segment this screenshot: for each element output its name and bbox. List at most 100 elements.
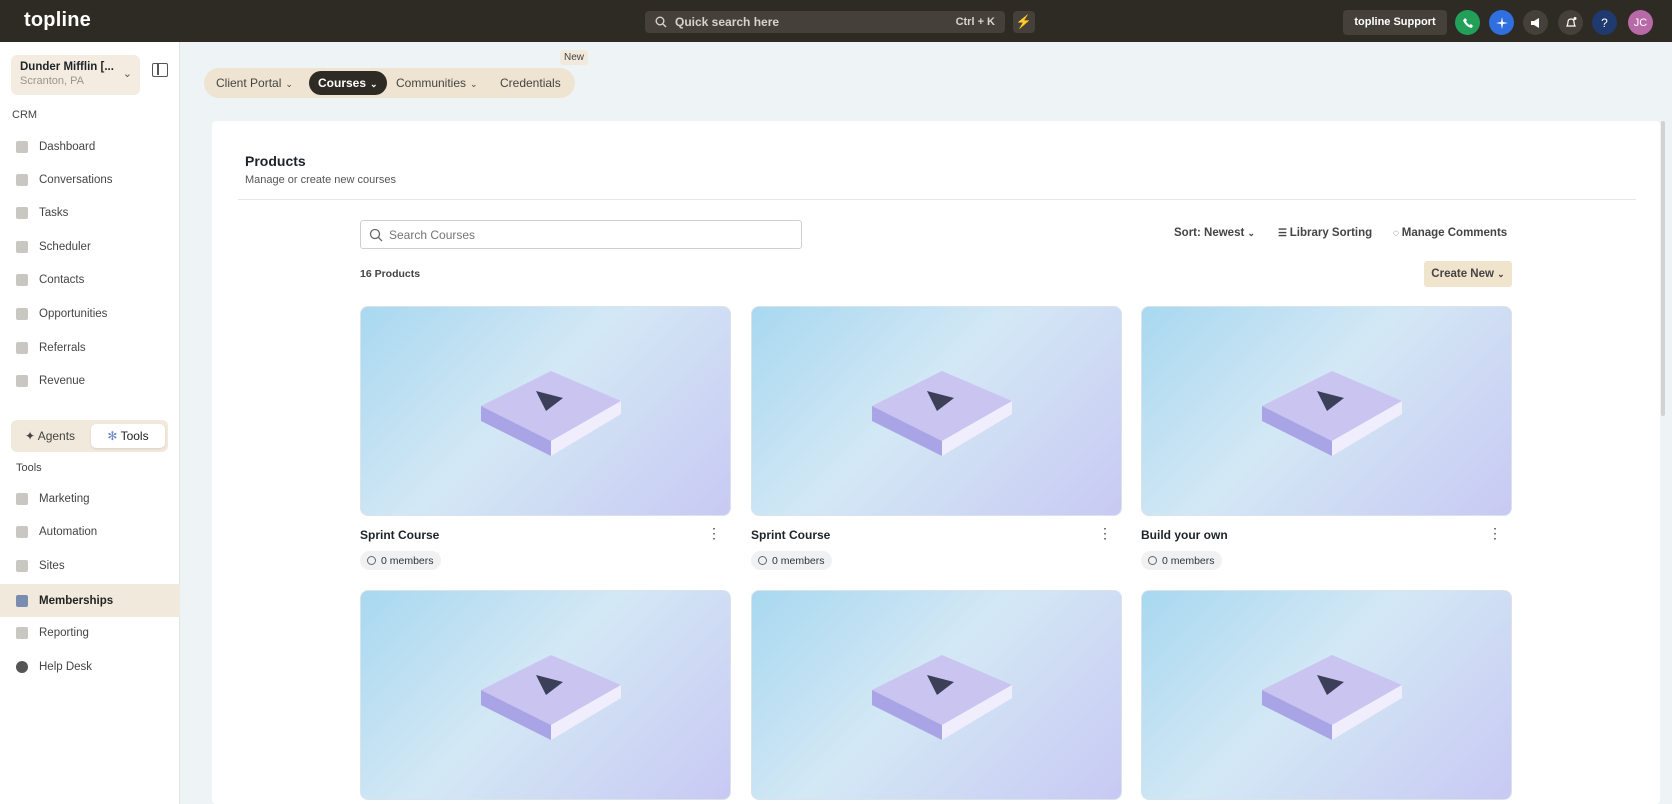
sidebar-item-tasks[interactable]: Tasks xyxy=(0,198,180,228)
page-title: Products xyxy=(245,153,306,169)
tab-label: Client Portal xyxy=(216,76,282,90)
sidebar-item-label: Conversations xyxy=(39,174,113,186)
sidebar-item-help-desk[interactable]: Help Desk xyxy=(0,652,180,682)
receipt-icon xyxy=(16,375,28,387)
scrollbar[interactable] xyxy=(1661,121,1665,416)
more-vertical-icon[interactable]: ⋮ xyxy=(707,526,721,540)
course-title[interactable]: Sprint Course xyxy=(751,528,830,542)
support-button[interactable]: topline Support xyxy=(1343,10,1447,35)
manage-comments-button[interactable]: ◌ Manage Comments xyxy=(1393,227,1507,239)
target-icon xyxy=(16,308,28,320)
account-name: Dunder Mifflin [... xyxy=(20,61,114,73)
person-icon xyxy=(16,274,28,286)
phone-icon[interactable] xyxy=(1455,10,1480,35)
course-title[interactable]: Sprint Course xyxy=(360,528,439,542)
sidebar-item-label: Help Desk xyxy=(39,661,93,673)
book-play-icon xyxy=(1261,655,1402,740)
course-card[interactable]: Sprint Course ⋮ 0 members xyxy=(360,306,731,570)
search-icon xyxy=(655,16,667,28)
sidebar-item-label: Marketing xyxy=(39,493,90,505)
account-location: Scranton, PA xyxy=(20,75,84,87)
course-thumbnail[interactable] xyxy=(751,306,1122,516)
sidebar-item-label: Dashboard xyxy=(39,141,96,153)
course-thumbnail[interactable] xyxy=(751,590,1122,800)
chevron-down-icon: ⌄ xyxy=(285,79,293,89)
course-card[interactable] xyxy=(360,590,731,800)
sidebar-item-automation[interactable]: Automation xyxy=(0,517,180,547)
chevron-down-icon: ⌄ xyxy=(1247,228,1256,238)
sort-dropdown[interactable]: Sort: Newest ⌄ xyxy=(1174,227,1255,239)
course-card[interactable]: Sprint Course ⋮ 0 members xyxy=(751,306,1122,570)
automation-icon xyxy=(16,526,28,538)
sidebar-item-revenue[interactable]: Revenue xyxy=(0,366,180,396)
tab-label: Communities xyxy=(396,76,467,90)
sidebar-item-label: Reporting xyxy=(39,627,89,639)
library-sorting-label: Library Sorting xyxy=(1289,227,1373,239)
pie-chart-icon xyxy=(16,627,28,639)
sidebar-item-referrals[interactable]: Referrals xyxy=(0,333,180,363)
sidebar-item-label: Revenue xyxy=(39,375,86,387)
members-count: 0 members xyxy=(1162,554,1215,567)
book-play-icon xyxy=(480,371,621,456)
gear-icon: ✻ xyxy=(107,429,121,443)
tab-courses[interactable]: Courses ⌄ xyxy=(309,71,387,95)
course-card[interactable] xyxy=(1141,590,1512,800)
comment-icon: ◌ xyxy=(1393,228,1402,239)
sidebar-item-reporting[interactable]: Reporting xyxy=(0,618,180,648)
sidebar-item-opportunities[interactable]: Opportunities xyxy=(0,299,180,329)
create-new-button[interactable]: Create New ⌄ xyxy=(1424,261,1512,287)
sidebar-item-memberships[interactable]: Memberships xyxy=(0,584,180,617)
sidebar-item-label: Opportunities xyxy=(39,308,108,320)
course-thumbnail[interactable] xyxy=(1141,590,1512,800)
members-count: 0 members xyxy=(381,554,434,567)
book-play-icon xyxy=(1261,371,1402,456)
course-thumbnail[interactable] xyxy=(360,306,731,516)
chevron-down-icon: ⌄ xyxy=(470,79,478,89)
tab-label: Credentials xyxy=(500,76,561,90)
course-thumbnail[interactable] xyxy=(360,590,731,800)
sidebar-toggle-icon[interactable] xyxy=(152,63,168,77)
sidebar-item-scheduler[interactable]: Scheduler xyxy=(0,232,180,262)
bell-icon[interactable] xyxy=(1558,10,1583,35)
ai-sparkle-icon[interactable] xyxy=(1489,10,1514,35)
help-icon[interactable]: ? xyxy=(1592,10,1617,35)
page-subtitle: Manage or create new courses xyxy=(245,174,397,186)
chevron-down-icon: ⌄ xyxy=(1497,269,1505,279)
more-vertical-icon[interactable]: ⋮ xyxy=(1488,526,1502,540)
tools-tab[interactable]: ✻ Tools xyxy=(91,424,165,448)
sidebar-item-marketing[interactable]: Marketing xyxy=(0,484,180,514)
sidebar-item-contacts[interactable]: Contacts xyxy=(0,265,180,295)
course-thumbnail[interactable] xyxy=(1141,306,1512,516)
course-card[interactable] xyxy=(751,590,1122,800)
sidebar-item-label: Referrals xyxy=(39,342,86,354)
shortcut-hint: Ctrl + K xyxy=(955,16,995,28)
tab-credentials[interactable]: Credentials xyxy=(491,71,570,95)
library-sorting-button[interactable]: ☰ Library Sorting xyxy=(1278,227,1372,239)
more-vertical-icon[interactable]: ⋮ xyxy=(1098,526,1112,540)
agents-tab[interactable]: ✦ Agents xyxy=(17,424,83,448)
search-icon xyxy=(369,228,383,241)
create-new-label: Create New xyxy=(1431,268,1494,280)
megaphone-icon[interactable] xyxy=(1523,10,1548,35)
members-count: 0 members xyxy=(772,554,825,567)
course-search-input[interactable] xyxy=(389,227,769,242)
tab-client-portal[interactable]: Client Portal ⌄ xyxy=(207,71,302,95)
tab-communities[interactable]: Communities ⌄ xyxy=(387,71,487,95)
course-title[interactable]: Build your own xyxy=(1141,528,1228,542)
crm-section-label: CRM xyxy=(12,109,38,121)
account-switcher[interactable]: Dunder Mifflin [... Scranton, PA ⌄ xyxy=(11,55,140,95)
members-badge: 0 members xyxy=(1141,551,1222,570)
tools-tab-label: Tools xyxy=(120,429,149,443)
sidebar-item-label: Tasks xyxy=(39,207,69,219)
tab-label: Courses xyxy=(318,76,367,90)
course-card[interactable]: Build your own ⋮ 0 members xyxy=(1141,306,1512,570)
sidebar-item-sites[interactable]: Sites xyxy=(0,551,180,581)
user-avatar[interactable]: JC xyxy=(1628,10,1653,35)
sidebar-item-conversations[interactable]: Conversations xyxy=(0,165,180,195)
sidebar-item-dashboard[interactable]: Dashboard xyxy=(0,132,180,162)
bolt-icon[interactable]: ⚡ xyxy=(1013,11,1035,33)
referral-icon xyxy=(16,342,28,354)
quick-search[interactable]: Quick search here Ctrl + K xyxy=(645,11,1005,33)
app-logo[interactable]: topline xyxy=(24,9,91,32)
globe-icon xyxy=(16,560,28,572)
